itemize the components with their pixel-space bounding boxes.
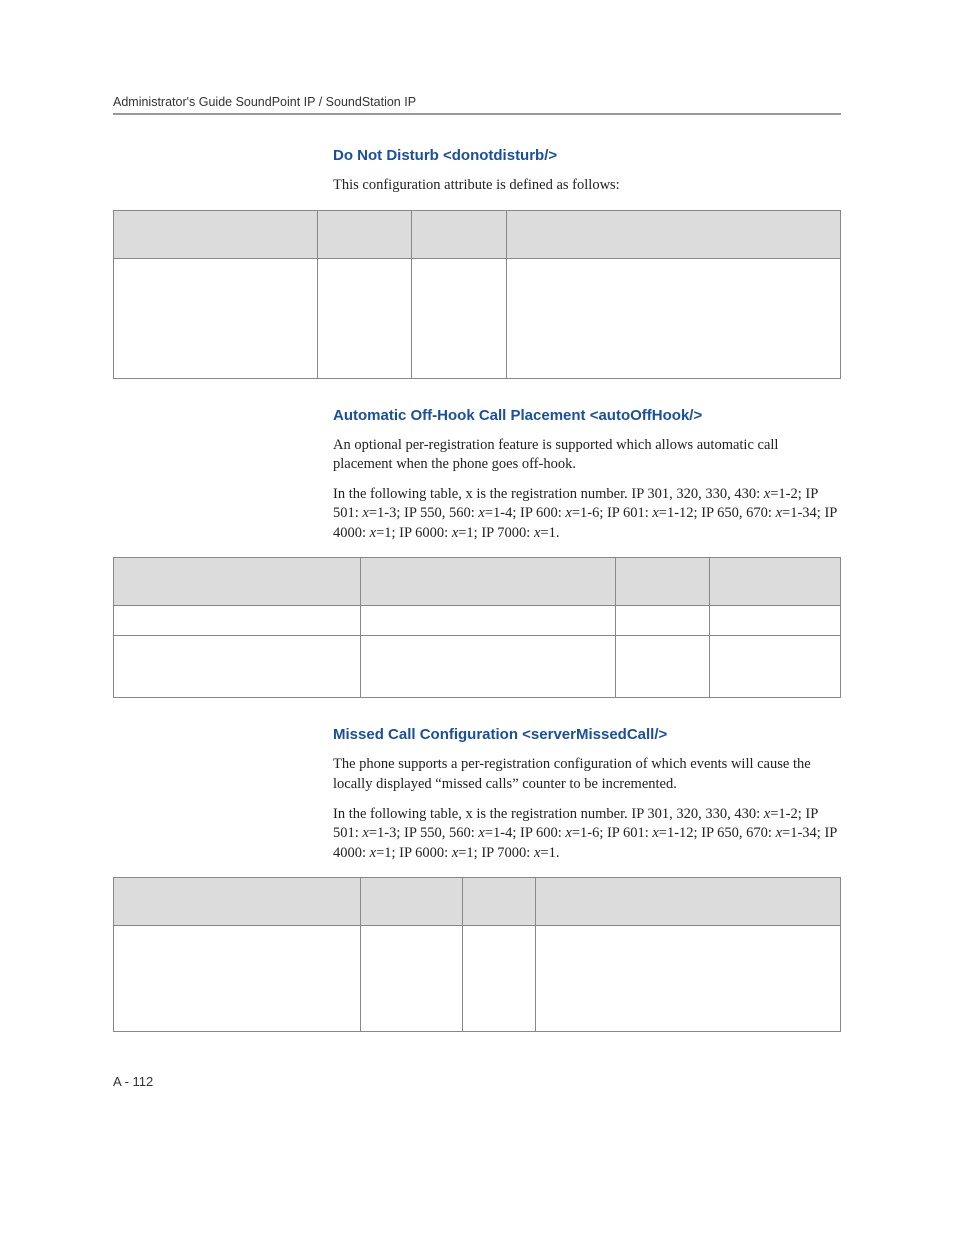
table-dnd (113, 210, 841, 379)
p2-missedcall: In the following table, x is the registr… (333, 805, 841, 864)
heading-missedcall: Missed Call Configuration <serverMissedC… (333, 726, 841, 743)
table-cell (114, 926, 361, 1032)
table-header-row (114, 558, 841, 606)
section-autooffhook: Automatic Off-Hook Call Placement <autoO… (333, 407, 841, 544)
header-rule (113, 113, 841, 115)
table-header-cell (412, 210, 507, 258)
table-cell (361, 926, 463, 1032)
table-header-cell (615, 558, 710, 606)
table-cell (114, 258, 318, 378)
text-fragment: =1; IP 7000: (458, 845, 534, 861)
table-cell (462, 926, 535, 1032)
text-fragment: =1-6; IP 601: (572, 825, 653, 841)
table-header-cell (535, 878, 840, 926)
table-header-cell (114, 878, 361, 926)
table-cell (361, 606, 615, 636)
table-header-cell (361, 878, 463, 926)
table-cell (506, 258, 840, 378)
table-cell (535, 926, 840, 1032)
table-header-cell (317, 210, 412, 258)
table-row (114, 636, 841, 698)
text-fragment: =1. (540, 525, 559, 541)
table-row (114, 258, 841, 378)
p1-missedcall: The phone supports a per-registration co… (333, 755, 841, 794)
text-fragment: =1-12; IP 650, 670: (659, 825, 776, 841)
text-fragment: =1. (540, 845, 559, 861)
table-cell (361, 636, 615, 698)
table-cell (114, 606, 361, 636)
table-header-cell (361, 558, 615, 606)
text-fragment: In the following table, x is the registr… (333, 486, 764, 502)
table-header-cell (114, 210, 318, 258)
table-cell (615, 606, 710, 636)
table-row (114, 926, 841, 1032)
section-dnd: Do Not Disturb <donotdisturb/> This conf… (333, 147, 841, 196)
table-autooffhook (113, 557, 841, 698)
table-cell (615, 636, 710, 698)
p1-autooffhook: An optional per-registration feature is … (333, 436, 841, 475)
table-header-cell (710, 558, 841, 606)
table-missedcall (113, 877, 841, 1032)
p2-autooffhook: In the following table, x is the registr… (333, 485, 841, 544)
text-fragment: =1-3; IP 550, 560: (369, 505, 479, 521)
text-fragment: =1; IP 6000: (376, 845, 452, 861)
text-fragment: =1-12; IP 650, 670: (659, 505, 776, 521)
text-fragment: =1; IP 7000: (458, 525, 534, 541)
table-header-row (114, 210, 841, 258)
table-header-cell (462, 878, 535, 926)
section-missedcall: Missed Call Configuration <serverMissedC… (333, 726, 841, 863)
text-fragment: =1-3; IP 550, 560: (369, 825, 479, 841)
table-header-row (114, 878, 841, 926)
text-fragment: =1-4; IP 600: (485, 825, 566, 841)
running-header: Administrator's Guide SoundPoint IP / So… (113, 95, 841, 109)
heading-dnd: Do Not Disturb <donotdisturb/> (333, 147, 841, 164)
text-fragment: In the following table, x is the registr… (333, 806, 764, 822)
table-header-cell (114, 558, 361, 606)
table-row (114, 606, 841, 636)
text-fragment: =1; IP 6000: (376, 525, 452, 541)
table-cell (317, 258, 412, 378)
text-fragment: =1-6; IP 601: (572, 505, 653, 521)
heading-autooffhook: Automatic Off-Hook Call Placement <autoO… (333, 407, 841, 424)
page: Administrator's Guide SoundPoint IP / So… (0, 0, 954, 1149)
table-cell (412, 258, 507, 378)
page-number: A - 112 (113, 1074, 841, 1089)
table-header-cell (506, 210, 840, 258)
intro-dnd: This configuration attribute is defined … (333, 176, 841, 196)
table-cell (710, 606, 841, 636)
table-cell (114, 636, 361, 698)
text-fragment: =1-4; IP 600: (485, 505, 566, 521)
table-cell (710, 636, 841, 698)
